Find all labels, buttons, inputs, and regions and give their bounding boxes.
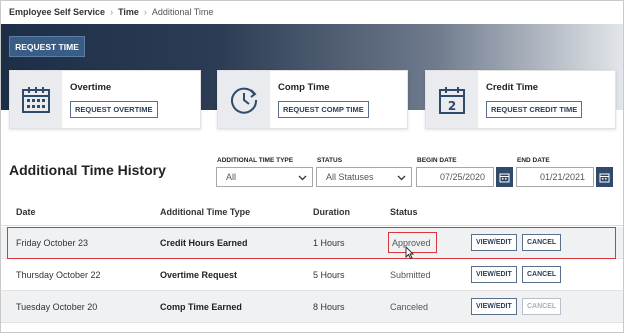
view-edit-button[interactable]: VIEW/EDIT — [471, 298, 517, 315]
calendar-icon — [499, 173, 510, 182]
breadcrumb-current: Additional Time — [151, 7, 214, 17]
breadcrumb-separator-icon: › — [110, 7, 114, 17]
cancel-button[interactable]: CANCEL — [522, 266, 562, 283]
request-comp-time-button[interactable]: REQUEST COMP TIME — [278, 101, 369, 118]
begin-date-calendar-button[interactable] — [496, 167, 513, 187]
breadcrumb-employee-self-service[interactable]: Employee Self Service — [9, 7, 105, 17]
credit-time-card: 2 Credit Time REQUEST CREDIT TIME — [425, 70, 616, 129]
clock-icon — [218, 71, 270, 128]
status-filter-value: All Statuses — [326, 172, 374, 182]
request-time-button[interactable]: REQUEST TIME — [9, 36, 85, 57]
column-type: Additional Time Type — [160, 207, 251, 217]
cancel-button-disabled: CANCEL — [522, 298, 562, 315]
chevron-down-icon — [397, 175, 406, 181]
column-duration: Duration — [313, 207, 350, 217]
table-header: Date Additional Time Type Duration Statu… — [1, 199, 623, 226]
breadcrumb-time[interactable]: Time — [118, 7, 139, 17]
status-filter-select[interactable]: All Statuses — [316, 167, 412, 187]
begin-date-label: BEGIN DATE — [417, 157, 457, 164]
credit-time-title: Credit Time — [486, 82, 539, 93]
type-filter-label: ADDITIONAL TIME TYPE — [217, 157, 294, 164]
status-filter-label: STATUS — [317, 157, 343, 164]
mouse-cursor-icon — [405, 246, 414, 259]
row-status: Canceled — [390, 302, 429, 312]
row-duration: 5 Hours — [313, 270, 345, 280]
row-status: Submitted — [390, 270, 431, 280]
end-date-calendar-button[interactable] — [596, 167, 613, 187]
calendar-icon — [599, 173, 610, 182]
comp-time-card: Comp Time REQUEST COMP TIME — [217, 70, 408, 129]
row-date: Thursday October 22 — [16, 270, 101, 280]
request-credit-time-button[interactable]: REQUEST CREDIT TIME — [486, 101, 583, 118]
overtime-title: Overtime — [70, 82, 112, 93]
row-type: Overtime Request — [160, 270, 238, 280]
calendar-2-icon: 2 — [426, 71, 478, 128]
type-filter-select[interactable]: All — [216, 167, 313, 187]
begin-date-input[interactable]: 07/25/2020 — [416, 167, 494, 187]
svg-text:2: 2 — [448, 99, 456, 113]
history-title: Additional Time History — [9, 162, 166, 178]
row-duration: 8 Hours — [313, 302, 345, 312]
breadcrumb: Employee Self Service › Time › Additiona… — [9, 5, 213, 19]
request-overtime-button[interactable]: REQUEST OVERTIME — [70, 101, 158, 118]
comp-time-title: Comp Time — [278, 82, 330, 93]
column-status: Status — [390, 207, 418, 217]
row-date: Tuesday October 20 — [16, 302, 98, 312]
overtime-card: Overtime REQUEST OVERTIME — [9, 70, 201, 129]
table-row[interactable]: Thursday October 22 Overtime Request 5 H… — [1, 259, 623, 291]
breadcrumb-separator-icon: › — [143, 7, 147, 17]
end-date-input[interactable]: 01/21/2021 — [516, 167, 594, 187]
chevron-down-icon — [298, 175, 307, 181]
row-type: Comp Time Earned — [160, 302, 242, 312]
calendar-grid-icon — [10, 71, 62, 128]
table-row[interactable]: Tuesday October 20 Comp Time Earned 8 Ho… — [1, 291, 623, 323]
type-filter-value: All — [226, 172, 237, 182]
highlight-row-box — [7, 227, 616, 259]
column-date: Date — [16, 207, 36, 217]
view-edit-button[interactable]: VIEW/EDIT — [471, 266, 517, 283]
end-date-label: END DATE — [517, 157, 550, 164]
